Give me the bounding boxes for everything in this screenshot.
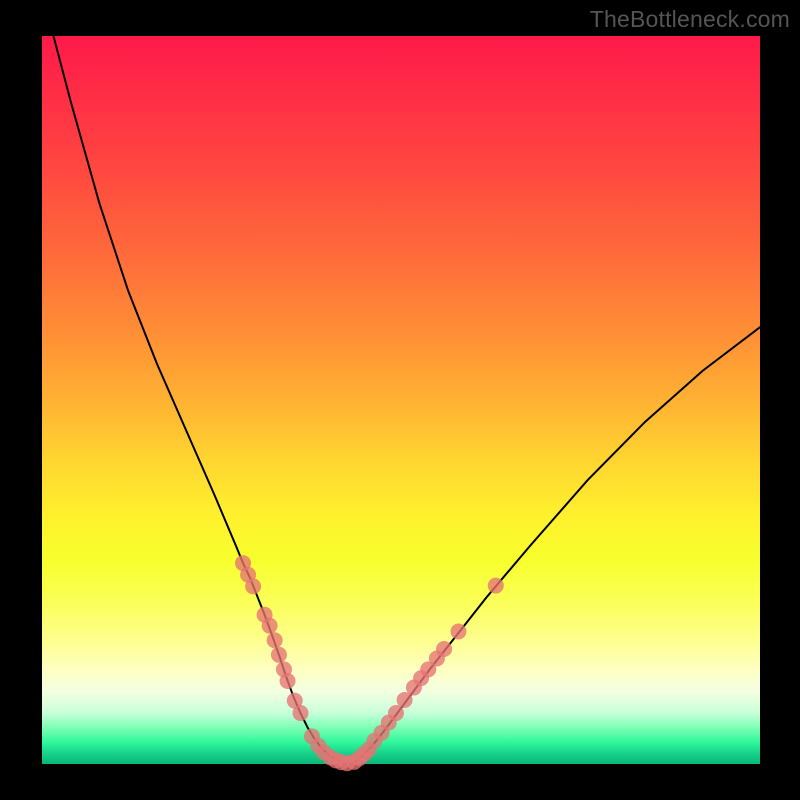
bottleneck-curve	[53, 36, 760, 763]
data-marker	[436, 641, 452, 657]
data-marker	[450, 624, 466, 640]
data-marker	[245, 578, 261, 594]
data-marker	[267, 632, 283, 648]
data-marker	[488, 578, 504, 594]
data-marker	[292, 705, 308, 721]
data-markers	[235, 555, 504, 771]
curve-layer	[42, 36, 760, 764]
watermark-text: TheBottleneck.com	[590, 6, 790, 33]
data-marker	[262, 618, 278, 634]
plot-area	[42, 36, 760, 764]
data-marker	[280, 673, 296, 689]
data-marker	[271, 647, 287, 663]
chart-stage: TheBottleneck.com	[0, 0, 800, 800]
data-marker	[388, 705, 404, 721]
